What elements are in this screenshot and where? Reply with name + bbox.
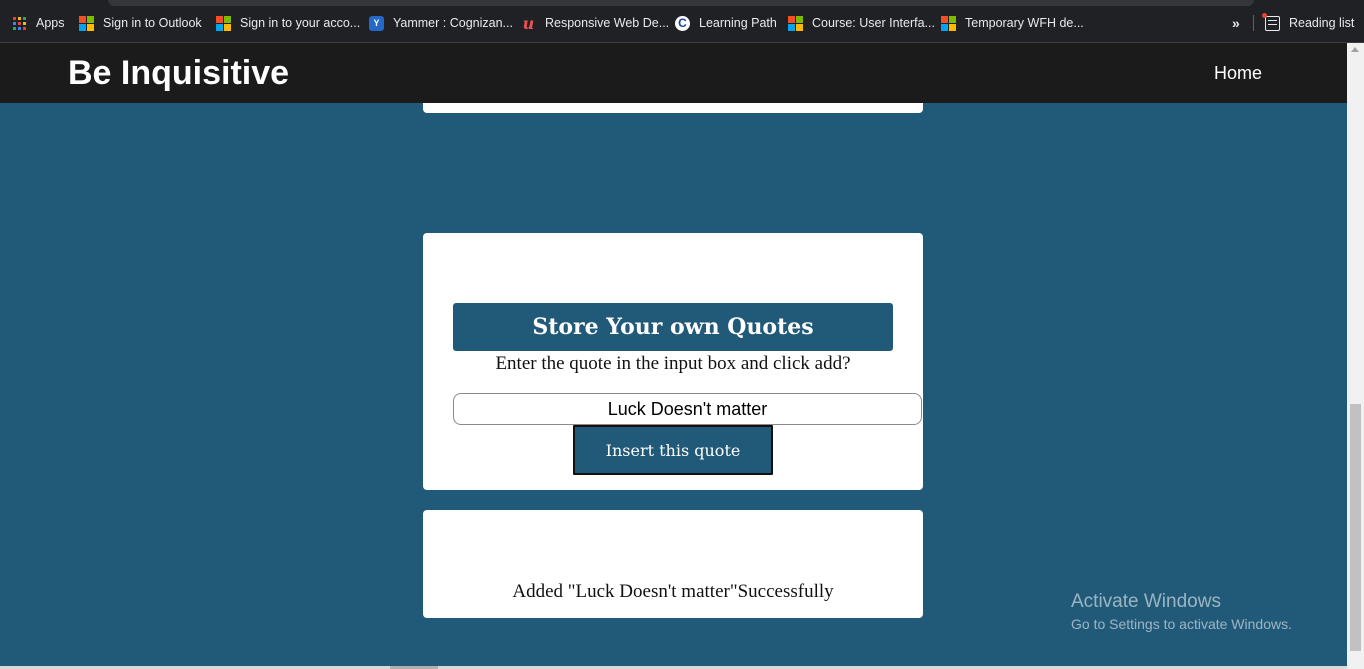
bookmark-responsive-web[interactable]: u Responsive Web De... (521, 13, 669, 33)
bookmark-sign-in-outlook[interactable]: Sign in to Outlook (79, 13, 202, 33)
scroll-up-arrow-icon[interactable] (1351, 47, 1359, 52)
bookmark-sign-in-account[interactable]: Sign in to your acco... (216, 13, 360, 33)
bookmark-apps[interactable]: Apps (12, 13, 65, 33)
store-quote-title: Store Your own Quotes (453, 303, 893, 351)
bookmark-label: Apps (36, 16, 65, 30)
store-quote-instructions: Enter the quote in the input box and cli… (495, 353, 851, 374)
bookmarks-overflow-button[interactable]: » (1232, 13, 1240, 33)
microsoft-logo-icon (79, 15, 94, 31)
brand-title[interactable]: Be Inquisitive (68, 54, 289, 92)
bookmarks-bar: Apps Sign in to Outlook Sign in to your … (0, 0, 1364, 43)
c-logo-icon: C (675, 15, 690, 31)
watermark-title: Activate Windows (1071, 591, 1221, 612)
nav-home-link[interactable]: Home (1214, 63, 1262, 83)
yammer-icon: Y (369, 15, 384, 31)
reading-list-label: Reading list (1289, 16, 1355, 30)
microsoft-logo-icon (941, 15, 956, 31)
microsoft-logo-icon (216, 15, 231, 31)
bookmarks-separator (1253, 15, 1254, 31)
bookmark-learning-path[interactable]: C Learning Path (675, 13, 777, 33)
bookmark-label: Responsive Web De... (545, 16, 670, 30)
scrollbar-thumb[interactable] (1350, 404, 1361, 651)
bookmark-label: Learning Path (699, 16, 777, 30)
watermark-subtitle: Go to Settings to activate Windows. (1071, 616, 1292, 632)
reading-list-button[interactable]: Reading list (1262, 12, 1355, 33)
bookmark-label: Temporary WFH de... (965, 16, 1084, 30)
udemy-icon: u (522, 13, 535, 33)
bookmark-course-ui[interactable]: Course: User Interfa... (788, 13, 935, 33)
insert-quote-button[interactable]: Insert this quote (573, 425, 773, 475)
apps-grid-icon (12, 16, 27, 31)
bookmark-label: Course: User Interfa... (812, 16, 935, 30)
quote-input[interactable] (453, 393, 922, 425)
microsoft-logo-icon (788, 15, 803, 31)
bookmark-temporary-wfh[interactable]: Temporary WFH de... (941, 13, 1084, 33)
activate-windows-watermark: Activate Windows Go to Settings to activ… (1071, 591, 1292, 633)
bookmark-label: Sign in to Outlook (103, 16, 202, 30)
page-scrollbar[interactable] (1347, 43, 1364, 669)
bookmark-yammer[interactable]: Y Yammer : Cognizan... (369, 13, 513, 33)
bookmarks-row: Apps Sign in to Outlook Sign in to your … (0, 12, 1364, 33)
reading-list-icon (1262, 12, 1280, 31)
result-card: Added "Luck Doesn't matter"Successfully (423, 510, 923, 618)
bookmark-label: Sign in to your acco... (240, 16, 361, 30)
site-navbar: Be Inquisitive Home (0, 43, 1347, 103)
bookmark-label: Yammer : Cognizan... (393, 16, 513, 30)
address-bar-edge (108, 0, 1254, 6)
store-quote-card: Store Your own Quotes Enter the quote in… (423, 233, 923, 490)
success-message: Added "Luck Doesn't matter"Successfully (512, 581, 834, 602)
